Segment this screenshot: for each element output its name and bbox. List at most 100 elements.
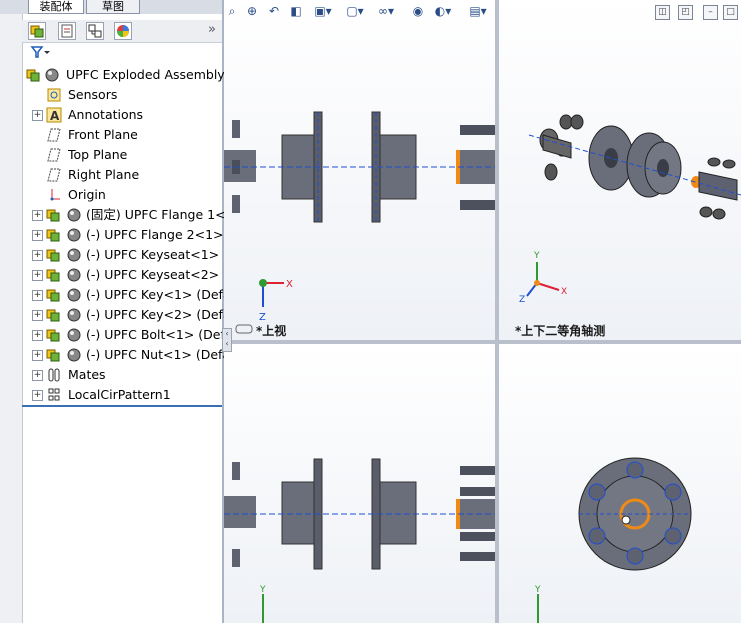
triad-y-right: Y: [534, 585, 541, 595]
hide-show-items-icon[interactable]: ∞▾: [374, 3, 398, 19]
tree-item-label: Origin: [68, 187, 106, 202]
display-state-icon: [44, 67, 60, 83]
scene-icon[interactable]: ◐▾: [432, 3, 454, 19]
mates-icon: [46, 367, 62, 383]
tree-item[interactable]: + A Annotations: [26, 105, 222, 125]
filter-icon[interactable]: [30, 45, 56, 61]
component-display-icon: [66, 287, 82, 303]
expand-toggle-icon[interactable]: +: [32, 290, 43, 301]
tree-item[interactable]: + (固定) UPFC Flange 1<1: [26, 205, 234, 225]
annotation-icon: A: [46, 107, 62, 123]
assembly-right-view: Y: [534, 457, 692, 623]
viewport-bottom-right[interactable]: Y: [499, 344, 741, 623]
part-icon: [46, 247, 62, 263]
expand-toggle-icon[interactable]: +: [32, 350, 43, 361]
configuration-manager-icon[interactable]: [86, 22, 104, 40]
plane-icon: [46, 167, 62, 183]
component-display-icon: [66, 247, 82, 263]
expand-toggle-icon[interactable]: +: [32, 250, 43, 261]
tree-item[interactable]: Front Plane: [26, 125, 222, 145]
tree-item[interactable]: Right Plane: [26, 165, 222, 185]
svg-text:A: A: [50, 109, 60, 123]
component-display-icon: [66, 347, 82, 363]
expand-toggle-icon[interactable]: +: [32, 330, 43, 341]
assembly-icon: [26, 67, 42, 83]
expand-toggle-icon[interactable]: +: [32, 110, 43, 121]
display-style-icon[interactable]: ▢▾: [344, 3, 366, 19]
triad-y-front: Y: [259, 585, 266, 595]
expand-toggle-icon[interactable]: +: [32, 230, 43, 241]
previous-view-icon[interactable]: ↶: [266, 3, 282, 19]
tree-item-label: LocalCirPattern1: [68, 387, 171, 402]
tree-item-label: (-) UPFC Keyseat<1> (D: [86, 247, 238, 262]
sensor-icon: [46, 87, 62, 103]
tree-root[interactable]: UPFC Exploded Assembly: [26, 65, 225, 85]
triad-x-iso: X: [561, 287, 567, 297]
horizontal-splitter[interactable]: [224, 340, 741, 344]
link-views-icon[interactable]: ◫: [655, 5, 670, 20]
tree-item[interactable]: + LocalCirPattern1: [26, 385, 222, 405]
display-manager-icon[interactable]: [114, 22, 132, 40]
heads-up-view-toolbar: ⌕ ⊕ ↶ ◧ ▣▾ ▢▾ ∞▾ ◉ ◐▾ ▤▾: [224, 0, 494, 22]
tree-item-label: (-) UPFC Bolt<1> (Defau: [86, 327, 241, 342]
pattern-icon: [46, 387, 62, 403]
appearance-icon[interactable]: ◉: [410, 3, 426, 19]
tree-item[interactable]: + (-) UPFC Keyseat<2> (D: [26, 265, 238, 285]
tree-separator: [22, 405, 222, 407]
tree-item[interactable]: + (-) UPFC Flange 2<1> (D: [26, 225, 242, 245]
expand-toggle-icon[interactable]: +: [32, 370, 43, 381]
feature-manager-icon[interactable]: [28, 22, 46, 40]
component-display-icon: [66, 207, 82, 223]
tree-item[interactable]: + (-) UPFC Key<1> (Defau: [26, 285, 239, 305]
section-view-icon[interactable]: ◧: [288, 3, 304, 19]
tree-item-label: Right Plane: [68, 167, 140, 182]
tree-item-label: Front Plane: [68, 127, 138, 142]
vertical-splitter[interactable]: [495, 0, 499, 623]
restore-viewport-icon[interactable]: ◰: [678, 5, 693, 20]
triad-x: X: [286, 279, 293, 290]
part-icon: [46, 327, 62, 343]
component-display-icon: [66, 327, 82, 343]
tree-item[interactable]: Sensors: [26, 85, 222, 105]
plane-icon: [46, 127, 62, 143]
minimize-icon[interactable]: –: [703, 5, 718, 20]
tree-item[interactable]: Top Plane: [26, 145, 222, 165]
tree-item-label: Top Plane: [68, 147, 128, 162]
tree-item[interactable]: + Mates: [26, 365, 222, 385]
component-display-icon: [66, 227, 82, 243]
tree-item-label: Sensors: [68, 87, 118, 102]
collapse-panel-handle[interactable]: ‹ ‹: [222, 328, 232, 352]
tab-sketch[interactable]: 草图: [86, 0, 140, 14]
triad-z-iso: Z: [519, 295, 525, 305]
viewport-top-right[interactable]: Y X Z *上下二等角轴测: [499, 0, 741, 340]
viewport-label-isometric: *上下二等角轴测: [515, 324, 606, 338]
tab-assembly[interactable]: 装配体: [28, 0, 84, 14]
tree-item[interactable]: + (-) UPFC Keyseat<1> (D: [26, 245, 238, 265]
maximize-icon[interactable]: □: [723, 5, 738, 20]
part-icon: [46, 347, 62, 363]
part-icon: [46, 267, 62, 283]
exploded-parts-front-view: Y: [224, 458, 495, 623]
tree-item[interactable]: Origin: [26, 185, 222, 205]
expand-toggle-icon[interactable]: +: [32, 390, 43, 401]
component-display-icon: [66, 267, 82, 283]
component-display-icon: [66, 307, 82, 323]
expand-toggle-icon[interactable]: +: [32, 310, 43, 321]
view-settings-icon[interactable]: ▤▾: [466, 3, 490, 19]
tree-item[interactable]: + (-) UPFC Nut<1> (Defau: [26, 345, 238, 365]
plane-icon: [46, 147, 62, 163]
viewport-top-left[interactable]: X Z *上视: [224, 0, 495, 340]
part-icon: [46, 287, 62, 303]
zoom-to-area-icon[interactable]: ⊕: [244, 3, 260, 19]
triad-y: Y: [533, 251, 540, 261]
expand-panel-chevron-icon[interactable]: »: [208, 22, 216, 37]
zoom-to-fit-icon[interactable]: ⌕: [224, 3, 240, 19]
tree-item[interactable]: + (-) UPFC Key<2> (Defau: [26, 305, 239, 325]
property-manager-icon[interactable]: [58, 22, 76, 40]
viewport-bottom-left[interactable]: Y: [224, 344, 495, 623]
feature-manager-pane: 装配体 草图 » UPFC Exploded Assembly Sensors …: [0, 0, 242, 623]
expand-toggle-icon[interactable]: +: [32, 270, 43, 281]
tree-item[interactable]: + (-) UPFC Bolt<1> (Defau: [26, 325, 240, 345]
view-orientation-icon[interactable]: ▣▾: [312, 3, 334, 19]
expand-toggle-icon[interactable]: +: [32, 210, 43, 221]
